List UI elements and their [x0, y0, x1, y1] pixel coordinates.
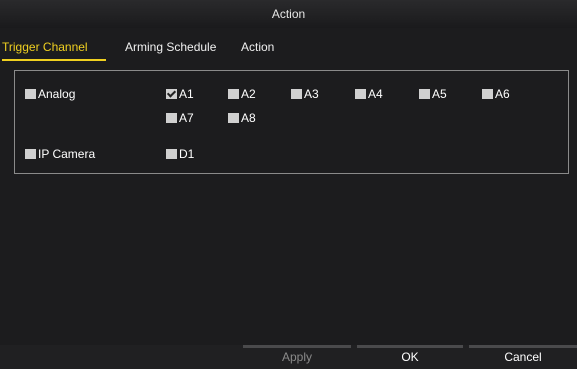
checkbox-icon	[166, 113, 177, 123]
analog-label: Analog	[38, 87, 76, 101]
checkbox-icon	[419, 89, 430, 99]
cancel-button-label: Cancel	[504, 350, 542, 364]
apply-button[interactable]: Apply	[243, 345, 351, 369]
trigger-channel-panel: Analog A1 A2 A3 A4 A5 A6 A7 A8 IP Camera…	[14, 70, 569, 174]
analog-checkbox[interactable]: Analog	[25, 87, 75, 101]
channel-checkbox-a1[interactable]: A1	[166, 87, 194, 101]
channel-checkbox-a4[interactable]: A4	[355, 87, 383, 101]
channel-checkbox-a3[interactable]: A3	[291, 87, 319, 101]
checkbox-icon	[228, 113, 239, 123]
tab-trigger-channel[interactable]: Trigger Channel	[2, 40, 88, 54]
channel-label: D1	[179, 147, 195, 161]
tab-action[interactable]: Action	[241, 40, 274, 54]
channel-checkbox-a8[interactable]: A8	[228, 111, 256, 125]
channel-label: A3	[304, 87, 319, 101]
channel-label: A2	[241, 87, 256, 101]
button-top-border	[357, 345, 463, 348]
channel-label: A5	[432, 87, 447, 101]
tab-arming-schedule[interactable]: Arming Schedule	[125, 40, 216, 54]
channel-checkbox-a5[interactable]: A5	[419, 87, 447, 101]
dialog-title: Action	[0, 0, 577, 28]
channel-checkbox-a7[interactable]: A7	[166, 111, 194, 125]
checkbox-icon	[355, 89, 366, 99]
channel-label: A8	[241, 111, 256, 125]
channel-label: A1	[179, 87, 194, 101]
checkbox-icon	[25, 149, 36, 159]
channel-checkbox-d1[interactable]: D1	[166, 147, 194, 161]
ip-camera-checkbox[interactable]: IP Camera	[25, 147, 95, 161]
channel-label: A6	[495, 87, 510, 101]
channel-label: A7	[179, 111, 194, 125]
tab-bar: Trigger Channel Arming Schedule Action	[0, 32, 577, 62]
apply-button-label: Apply	[281, 350, 313, 364]
channel-checkbox-a6[interactable]: A6	[482, 87, 510, 101]
ip-camera-label: IP Camera	[38, 147, 96, 161]
checked-checkbox-icon	[166, 89, 177, 99]
checkbox-icon	[25, 89, 36, 99]
ok-button[interactable]: OK	[357, 345, 463, 369]
button-top-border	[469, 345, 577, 348]
checkbox-icon	[291, 89, 302, 99]
active-tab-indicator	[2, 59, 106, 61]
ok-button-label: OK	[401, 350, 419, 364]
checkbox-icon	[228, 89, 239, 99]
channel-label: A4	[368, 87, 383, 101]
channel-checkbox-a2[interactable]: A2	[228, 87, 256, 101]
checkbox-icon	[482, 89, 493, 99]
checkbox-icon	[166, 149, 177, 159]
cancel-button[interactable]: Cancel	[469, 345, 577, 369]
button-top-border	[243, 345, 351, 348]
